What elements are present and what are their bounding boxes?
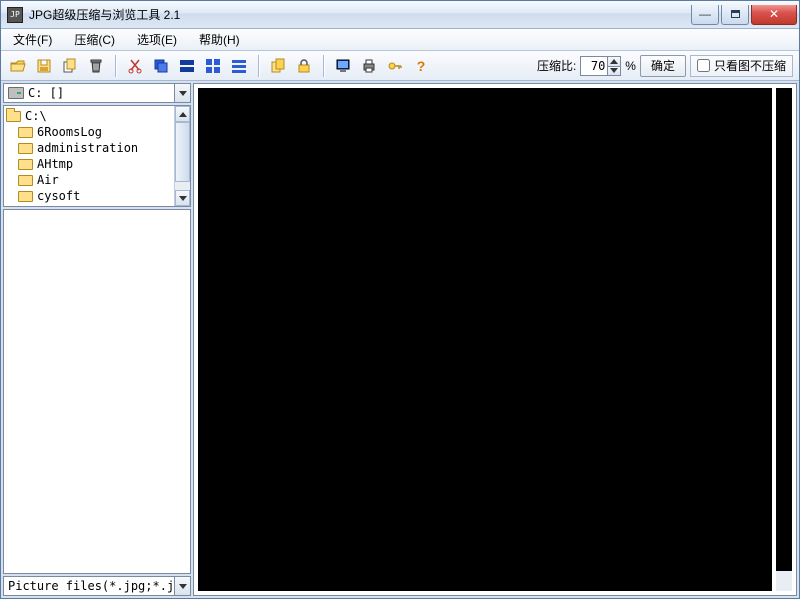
printer-icon[interactable] — [358, 55, 380, 77]
maximize-button[interactable] — [721, 5, 749, 25]
tree-item-label: 6RoomsLog — [37, 125, 102, 139]
drive-label: C: [] — [28, 86, 174, 100]
folder-tree[interactable]: C:\ 6RoomsLog administration AHtmp — [4, 106, 174, 206]
tree-root[interactable]: C:\ — [4, 108, 174, 124]
view-only-label: 只看图不压缩 — [714, 57, 786, 74]
folder-icon — [18, 191, 33, 202]
key-icon[interactable] — [384, 55, 406, 77]
scroll-track[interactable] — [175, 182, 190, 190]
folder-icon — [18, 159, 33, 170]
confirm-button[interactable]: 确定 — [640, 55, 686, 77]
lock-icon[interactable] — [293, 55, 315, 77]
file-filter-combo[interactable]: Picture files(*.jpg;*.jpe — [3, 576, 191, 596]
menu-help[interactable]: 帮助(H) — [191, 29, 248, 50]
scroll-down-button[interactable] — [175, 190, 190, 206]
tree-item-label: cysoft — [37, 189, 80, 203]
save-icon[interactable] — [33, 55, 55, 77]
preview-canvas[interactable] — [198, 88, 772, 591]
preview-scrollbar[interactable] — [776, 88, 792, 591]
folder-icon — [18, 127, 33, 138]
window-controls: — ✕ — [689, 5, 797, 25]
tree-item[interactable]: cysoft — [4, 188, 174, 204]
delete-icon[interactable] — [85, 55, 107, 77]
preview-panel — [193, 83, 797, 596]
ratio-up-button[interactable] — [607, 57, 620, 66]
tree-item[interactable]: Air — [4, 172, 174, 188]
tree-item[interactable]: administration — [4, 140, 174, 156]
menu-options[interactable]: 选项(E) — [129, 29, 185, 50]
monitor-icon[interactable] — [332, 55, 354, 77]
ratio-suffix: % — [625, 59, 636, 73]
folder-tree-panel: C:\ 6RoomsLog administration AHtmp — [3, 105, 191, 207]
folder-icon — [18, 175, 33, 186]
menu-file[interactable]: 文件(F) — [5, 29, 60, 50]
drive-combo[interactable]: C: [] — [3, 83, 191, 103]
file-filter-text: Picture files(*.jpg;*.jpe — [4, 579, 174, 593]
app-icon: JP — [7, 7, 23, 23]
grid-icon[interactable] — [202, 55, 224, 77]
folder-open-icon — [6, 111, 21, 122]
ratio-down-button[interactable] — [607, 66, 620, 75]
ratio-input[interactable] — [581, 59, 607, 73]
view-only-checkbox-wrap[interactable]: 只看图不压缩 — [690, 55, 793, 77]
cut-icon[interactable] — [124, 55, 146, 77]
preview-scroll-thumb[interactable] — [776, 88, 792, 571]
preview-scroll-track[interactable] — [776, 571, 792, 591]
toolbar: ? 压缩比: % 确定 只看图不压缩 — [1, 51, 799, 81]
tree-item[interactable]: 6RoomsLog — [4, 124, 174, 140]
list-icon[interactable] — [228, 55, 250, 77]
window-title: JPG超级压缩与浏览工具 2.1 — [29, 6, 689, 23]
view-only-checkbox[interactable] — [697, 59, 710, 72]
close-button[interactable]: ✕ — [751, 5, 797, 25]
left-pane: C: [] C:\ 6RoomsLog administra — [3, 83, 191, 596]
toolbar-separator — [258, 55, 259, 77]
file-filter-dropdown-button[interactable] — [174, 577, 190, 595]
tree-root-label: C:\ — [25, 109, 47, 123]
tree-scrollbar[interactable] — [174, 106, 190, 206]
drive-icon — [8, 87, 24, 99]
svg-text:?: ? — [417, 58, 426, 74]
tile-dark-icon[interactable] — [176, 55, 198, 77]
menu-bar: 文件(F) 压缩(C) 选项(E) 帮助(H) — [1, 29, 799, 51]
ratio-spinner[interactable] — [580, 56, 621, 76]
toolbar-separator — [323, 55, 324, 77]
stack-icon[interactable] — [150, 55, 172, 77]
tree-item-label: AHtmp — [37, 157, 73, 171]
tree-item-label: administration — [37, 141, 138, 155]
minimize-button[interactable]: — — [691, 5, 719, 25]
tree-item[interactable]: AHtmp — [4, 156, 174, 172]
copy-icon[interactable] — [59, 55, 81, 77]
drive-dropdown-button[interactable] — [174, 84, 190, 102]
folder-icon — [18, 143, 33, 154]
title-bar: JP JPG超级压缩与浏览工具 2.1 — ✕ — [1, 1, 799, 29]
menu-compress[interactable]: 压缩(C) — [66, 29, 123, 50]
file-list-panel[interactable] — [3, 209, 191, 574]
duplicate-icon[interactable] — [267, 55, 289, 77]
client-area: C: [] C:\ 6RoomsLog administra — [1, 81, 799, 598]
ratio-label: 压缩比: — [537, 57, 576, 74]
app-window: JP JPG超级压缩与浏览工具 2.1 — ✕ 文件(F) 压缩(C) 选项(E… — [0, 0, 800, 599]
open-folder-icon[interactable] — [7, 55, 29, 77]
tree-item-label: Air — [37, 173, 59, 187]
scroll-up-button[interactable] — [175, 106, 190, 122]
help-icon[interactable]: ? — [410, 55, 432, 77]
scroll-thumb[interactable] — [175, 122, 190, 182]
toolbar-separator — [115, 55, 116, 77]
